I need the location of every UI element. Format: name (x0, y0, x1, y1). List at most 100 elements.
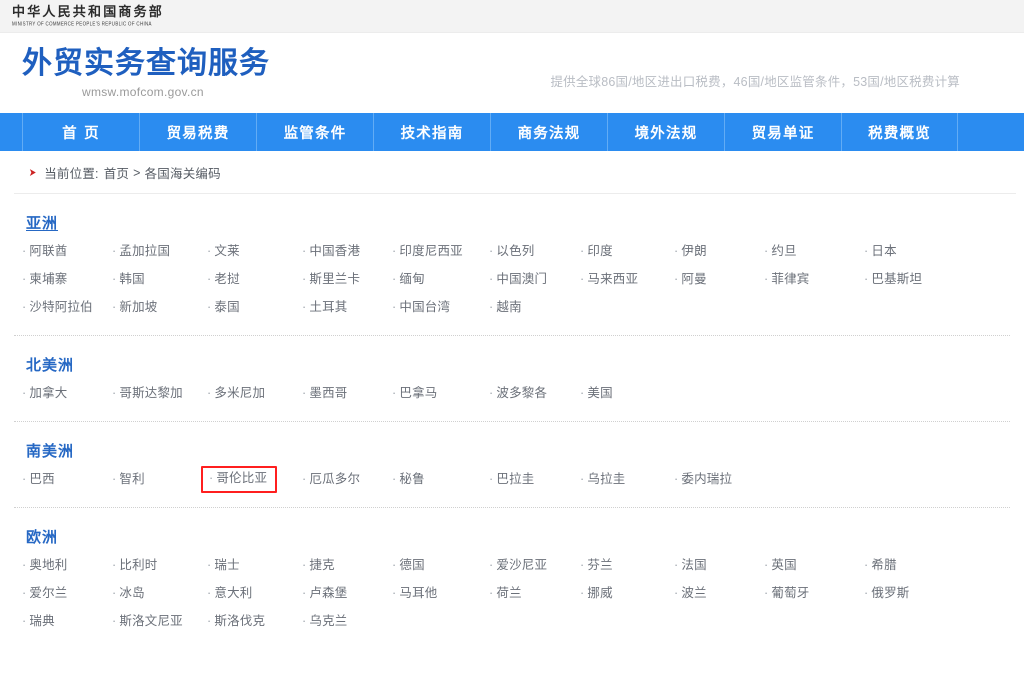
country-link[interactable]: · 加拿大 (22, 384, 112, 403)
country-link[interactable]: · 瑞典 (22, 612, 112, 631)
country-link[interactable]: · 新加坡 (112, 298, 207, 317)
country-link[interactable]: · 卢森堡 (302, 584, 392, 603)
country-link[interactable]: · 法国 (674, 556, 764, 575)
country-link[interactable]: · 阿联酋 (22, 242, 112, 261)
country-link[interactable]: · 以色列 (489, 242, 580, 261)
ministry-logo[interactable]: 中华人民共和国商务部 MINISTRY OF COMMERCE PEOPLE'S… (12, 4, 165, 27)
country-link[interactable]: · 比利时 (112, 556, 207, 575)
bullet-icon: · (22, 244, 27, 258)
country-link-highlighted[interactable]: · 哥伦比亚 (201, 466, 278, 493)
breadcrumb: ➤ 当前位置: 首页 > 各国海关编码 (14, 151, 1016, 194)
country-link[interactable]: · 芬兰 (580, 556, 674, 575)
country-link[interactable]: · 斯洛伐克 (207, 612, 302, 631)
ministry-name-en: MINISTRY OF COMMERCE PEOPLE'S REPUBLIC O… (12, 20, 152, 27)
breadcrumb-home-link[interactable]: 首页 (104, 163, 129, 182)
country-link[interactable]: · 日本 (864, 242, 954, 261)
country-link[interactable]: · 斯洛文尼亚 (112, 612, 207, 631)
country-link[interactable]: · 巴拉圭 (489, 470, 580, 489)
nav-item-5[interactable]: 境外法规 (607, 113, 724, 151)
country-link[interactable]: · 荷兰 (489, 584, 580, 603)
country-link[interactable]: · 阿曼 (674, 270, 764, 289)
country-label: 比利时 (119, 558, 158, 572)
bullet-icon: · (22, 614, 27, 628)
country-link[interactable]: · 德国 (392, 556, 489, 575)
country-link[interactable]: · 约旦 (764, 242, 864, 261)
site-header: 外贸实务查询服务 wmsw.mofcom.gov.cn 提供全球86国/地区进出… (0, 33, 1024, 113)
country-link[interactable]: · 土耳其 (302, 298, 392, 317)
nav-item-3[interactable]: 技术指南 (373, 113, 490, 151)
country-label: 哥斯达黎加 (119, 386, 183, 400)
country-link[interactable]: · 印度尼西亚 (392, 242, 489, 261)
country-link[interactable]: · 中国澳门 (489, 270, 580, 289)
country-link[interactable]: · 爱沙尼亚 (489, 556, 580, 575)
country-link[interactable]: · 缅甸 (392, 270, 489, 289)
country-link[interactable]: · 奥地利 (22, 556, 112, 575)
country-link[interactable]: · 乌克兰 (302, 612, 392, 631)
country-link[interactable]: · 马来西亚 (580, 270, 674, 289)
country-link[interactable]: · 意大利 (207, 584, 302, 603)
country-link[interactable]: · 墨西哥 (302, 384, 392, 403)
country-link[interactable]: · 波多黎各 (489, 384, 580, 403)
country-link[interactable]: · 多米尼加 (207, 384, 302, 403)
country-link[interactable]: · 巴西 (22, 470, 112, 489)
country-link[interactable]: · 印度 (580, 242, 674, 261)
nav-item-4[interactable]: 商务法规 (490, 113, 607, 151)
bullet-icon: · (489, 244, 494, 258)
nav-item-1[interactable]: 贸易税费 (139, 113, 256, 151)
country-label: 厄瓜多尔 (309, 472, 361, 486)
country-link[interactable]: · 哥斯达黎加 (112, 384, 207, 403)
country-link[interactable]: · 沙特阿拉伯 (22, 298, 112, 317)
country-link[interactable]: · 俄罗斯 (864, 584, 954, 603)
country-grid: · 巴西 · 智利 · 哥伦比亚 · 厄瓜多尔 · 秘鲁 · 巴拉圭 · 乌拉圭 · 委内瑞拉 (14, 466, 1010, 493)
country-link[interactable]: · 斯里兰卡 (302, 270, 392, 289)
country-link[interactable]: · 巴拿马 (392, 384, 489, 403)
country-link[interactable]: · 柬埔寨 (22, 270, 112, 289)
country-link[interactable]: · 希腊 (864, 556, 954, 575)
country-link[interactable]: · 孟加拉国 (112, 242, 207, 261)
country-link[interactable]: · 泰国 (207, 298, 302, 317)
country-link[interactable]: · 波兰 (674, 584, 764, 603)
country-link[interactable]: · 英国 (764, 556, 864, 575)
country-grid: · 加拿大 · 哥斯达黎加 · 多米尼加 · 墨西哥 · 巴拿马 · 波多黎各 · 美国 (14, 384, 1010, 403)
nav-item-0[interactable]: 首 页 (22, 113, 139, 151)
country-link[interactable]: · 乌拉圭 (580, 470, 674, 489)
section-title[interactable]: 欧洲 (26, 526, 58, 547)
bullet-icon: · (674, 586, 679, 600)
country-link[interactable]: · 捷克 (302, 556, 392, 575)
country-link[interactable]: · 中国香港 (302, 242, 392, 261)
country-link[interactable]: · 美国 (580, 384, 674, 403)
country-link[interactable]: · 越南 (489, 298, 580, 317)
country-link[interactable]: · 挪威 (580, 584, 674, 603)
section-title[interactable]: 南美洲 (26, 440, 74, 461)
country-label: 委内瑞拉 (681, 472, 733, 486)
nav-item-2[interactable]: 监管条件 (256, 113, 373, 151)
country-link[interactable]: · 中国台湾 (392, 298, 489, 317)
country-link[interactable]: · 委内瑞拉 (674, 470, 764, 489)
country-link[interactable]: · 爱尔兰 (22, 584, 112, 603)
country-link[interactable]: · 菲律宾 (764, 270, 864, 289)
country-grid: · 奥地利 · 比利时 · 瑞士 · 捷克 · 德国 · 爱沙尼亚 · 芬兰 · 法国 · 英国 · 希腊 · 爱尔兰 · 冰… (14, 556, 1010, 631)
country-link[interactable]: · 葡萄牙 (764, 584, 864, 603)
country-link[interactable]: · 智利 (112, 470, 207, 489)
country-link[interactable]: · 韩国 (112, 270, 207, 289)
country-label: 约旦 (771, 244, 797, 258)
country-link[interactable]: · 秘鲁 (392, 470, 489, 489)
ministry-name-cn: 中华人民共和国商务部 (12, 4, 165, 20)
country-label: 巴拉圭 (496, 472, 535, 486)
country-link[interactable]: · 瑞士 (207, 556, 302, 575)
bullet-icon: · (302, 614, 307, 628)
section-title[interactable]: 亚洲 (26, 212, 58, 233)
country-link[interactable]: · 巴基斯坦 (864, 270, 954, 289)
section-title[interactable]: 北美洲 (26, 354, 74, 375)
nav-item-6[interactable]: 贸易单证 (724, 113, 841, 151)
country-link[interactable]: · 冰岛 (112, 584, 207, 603)
nav-item-7[interactable]: 税费概览 (841, 113, 958, 151)
country-link[interactable]: · 文莱 (207, 242, 302, 261)
country-link[interactable]: · 伊朗 (674, 242, 764, 261)
country-link[interactable]: · 厄瓜多尔 (302, 470, 392, 489)
country-link[interactable]: · 老挝 (207, 270, 302, 289)
bullet-icon: · (864, 558, 869, 572)
bullet-icon: · (489, 272, 494, 286)
country-grid: · 阿联酋 · 孟加拉国 · 文莱 · 中国香港 · 印度尼西亚 · 以色列 · 印度 · 伊朗 · 约旦 · 日本 ·… (14, 242, 1010, 317)
country-link[interactable]: · 马耳他 (392, 584, 489, 603)
